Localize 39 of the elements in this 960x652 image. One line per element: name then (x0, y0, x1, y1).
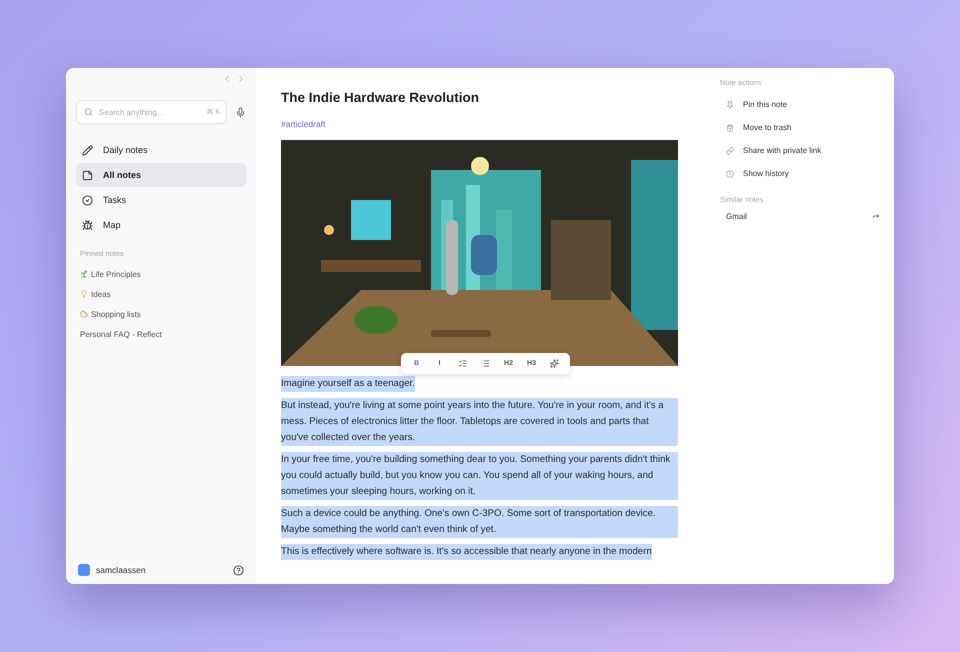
nav-item[interactable]: Daily notes (76, 138, 246, 162)
cookie-icon (80, 310, 88, 318)
user-name: samclaassen (96, 565, 147, 575)
bug-icon (82, 220, 93, 230)
help-icon[interactable] (233, 564, 244, 576)
nav-item[interactable]: Map (76, 213, 246, 237)
action-item[interactable]: Show history (720, 162, 880, 185)
pinned-note[interactable]: Ideas (76, 284, 246, 304)
check-circle-icon (82, 194, 93, 206)
search-icon (84, 108, 93, 116)
checklist-icon (458, 359, 467, 368)
list-icon (481, 359, 490, 368)
action-item[interactable]: Share with private link (720, 139, 880, 162)
nav-item[interactable]: Tasks (76, 188, 246, 212)
paragraph: In your free time, you're building something dear to you. Something your parents didn't think you could actually build, but you know you can. You spend all of your waking hours, and sometimes your sleeping hours, working on it. (281, 452, 678, 500)
tag-link[interactable]: #articledraft (281, 119, 326, 129)
note-title: The Indie Hardware Revolution (281, 90, 480, 105)
trash-icon (726, 124, 734, 132)
paragraph: Imagine yourself as a teenager. (281, 376, 415, 392)
sparkle-icon (550, 359, 559, 368)
lightbulb-icon (80, 290, 88, 298)
paragraph: This is effectively where software is. It's so accessible that nearly anyone in the modern (281, 544, 652, 560)
sprout-icon (80, 270, 88, 278)
paragraph: Such a device could be anything. One's own C-3PO. Some sort of transportation device. Maybe something the world can't even think of yet. (281, 506, 678, 538)
note-icon (82, 170, 93, 180)
link-icon (726, 146, 734, 154)
paragraph: But instead, you're living at some point years into the future. You're in your room, and it's a mess. Pieces of electronics litter the floor. Tabletops are covered in tools and parts that you've collected over the years. (281, 398, 678, 446)
forward-arrow-icon (872, 212, 880, 220)
action-item[interactable]: Pin this note (720, 93, 880, 116)
similar-note[interactable]: Gmail (720, 208, 880, 224)
pencil-icon (82, 144, 93, 156)
nav-item[interactable]: All notes (76, 163, 246, 187)
microphone-icon[interactable] (235, 106, 246, 118)
pin-icon (726, 100, 734, 108)
action-item[interactable]: Move to trash (720, 116, 880, 139)
pinned-note[interactable]: Personal FAQ - Reflect (76, 324, 246, 344)
pinned-note[interactable]: Life Principles (76, 264, 246, 284)
pinned-note[interactable]: Shopping lists (76, 304, 246, 324)
clock-icon (726, 170, 734, 178)
